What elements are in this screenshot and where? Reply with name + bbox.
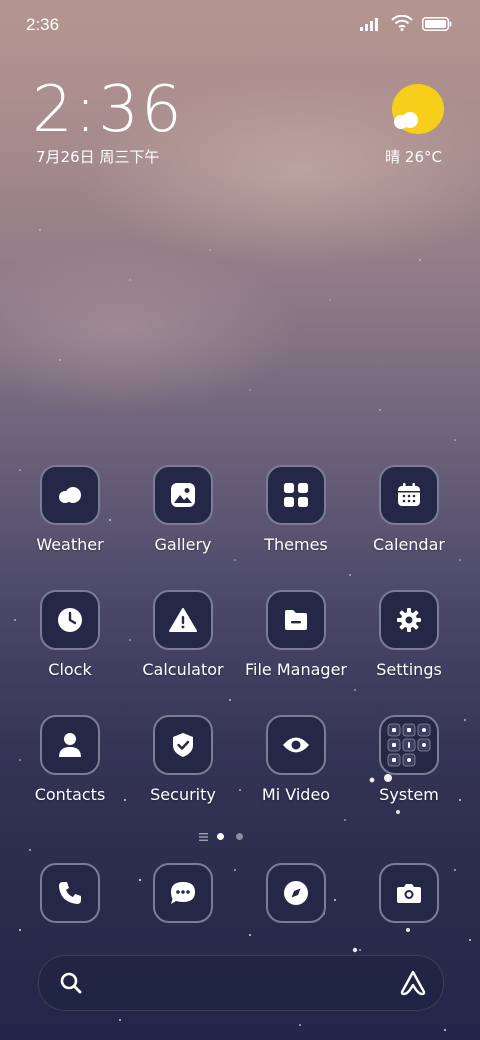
app-settings[interactable]: Settings [352,590,466,679]
battery-icon [422,16,452,35]
search-icon[interactable] [59,971,83,999]
calendar-icon [379,465,439,525]
app-system-folder[interactable]: System [352,715,466,804]
messages-icon [153,863,213,923]
app-label: Weather [36,535,104,554]
app-label: Contacts [34,785,106,804]
wifi-icon [391,14,413,35]
dock-camera[interactable] [352,863,466,923]
clock-icon [40,590,100,650]
calculator-icon [153,590,213,650]
app-file-manager[interactable]: File Manager [239,590,353,679]
app-themes[interactable]: Themes [239,465,353,554]
assistant-icon[interactable] [399,970,427,1000]
app-label: System [379,785,439,804]
app-mi-video[interactable]: Mi Video [239,715,353,804]
clock-widget-time[interactable]: 2:36 [32,74,184,146]
contacts-icon [40,715,100,775]
browser-compass-icon [266,863,326,923]
app-label: Gallery [154,535,212,554]
app-label: Settings [376,660,442,679]
themes-icon [266,465,326,525]
gallery-icon [153,465,213,525]
search-bar[interactable] [38,955,444,1011]
dock-phone[interactable] [13,863,127,923]
file-manager-icon [266,590,326,650]
app-gallery[interactable]: Gallery [126,465,240,554]
page-dot-active[interactable] [217,832,224,840]
app-weather[interactable]: Weather [13,465,127,554]
weather-icon [40,465,100,525]
app-label: File Manager [245,660,347,679]
app-contacts[interactable]: Contacts [13,715,127,804]
status-icons [360,14,452,35]
app-security[interactable]: Security [126,715,240,804]
dock-browser[interactable] [239,863,353,923]
app-label: Clock [48,660,92,679]
menu-lines-icon [199,827,208,846]
app-calculator[interactable]: Calculator [126,590,240,679]
camera-icon [379,863,439,923]
system-folder-icon [379,715,439,775]
app-label: Calculator [142,660,224,679]
phone-icon [40,863,100,923]
page-indicator[interactable] [199,829,249,843]
cloud-icon [392,110,420,130]
status-bar: 2:36 [0,0,480,50]
signal-icon [360,16,382,35]
weather-widget-text: 晴 26°C [385,148,442,166]
security-icon [153,715,213,775]
mi-video-icon [266,715,326,775]
settings-icon [379,590,439,650]
app-calendar[interactable]: Calendar [352,465,466,554]
clock-widget-date: 7月26日 周三下午 [36,148,160,166]
app-clock[interactable]: Clock [13,590,127,679]
status-time: 2:36 [26,15,60,34]
app-label: Security [150,785,216,804]
page-dot[interactable] [236,832,243,840]
app-label: Mi Video [261,785,331,804]
app-label: Calendar [373,535,445,554]
app-label: Themes [264,535,328,554]
dock-messages[interactable] [126,863,240,923]
